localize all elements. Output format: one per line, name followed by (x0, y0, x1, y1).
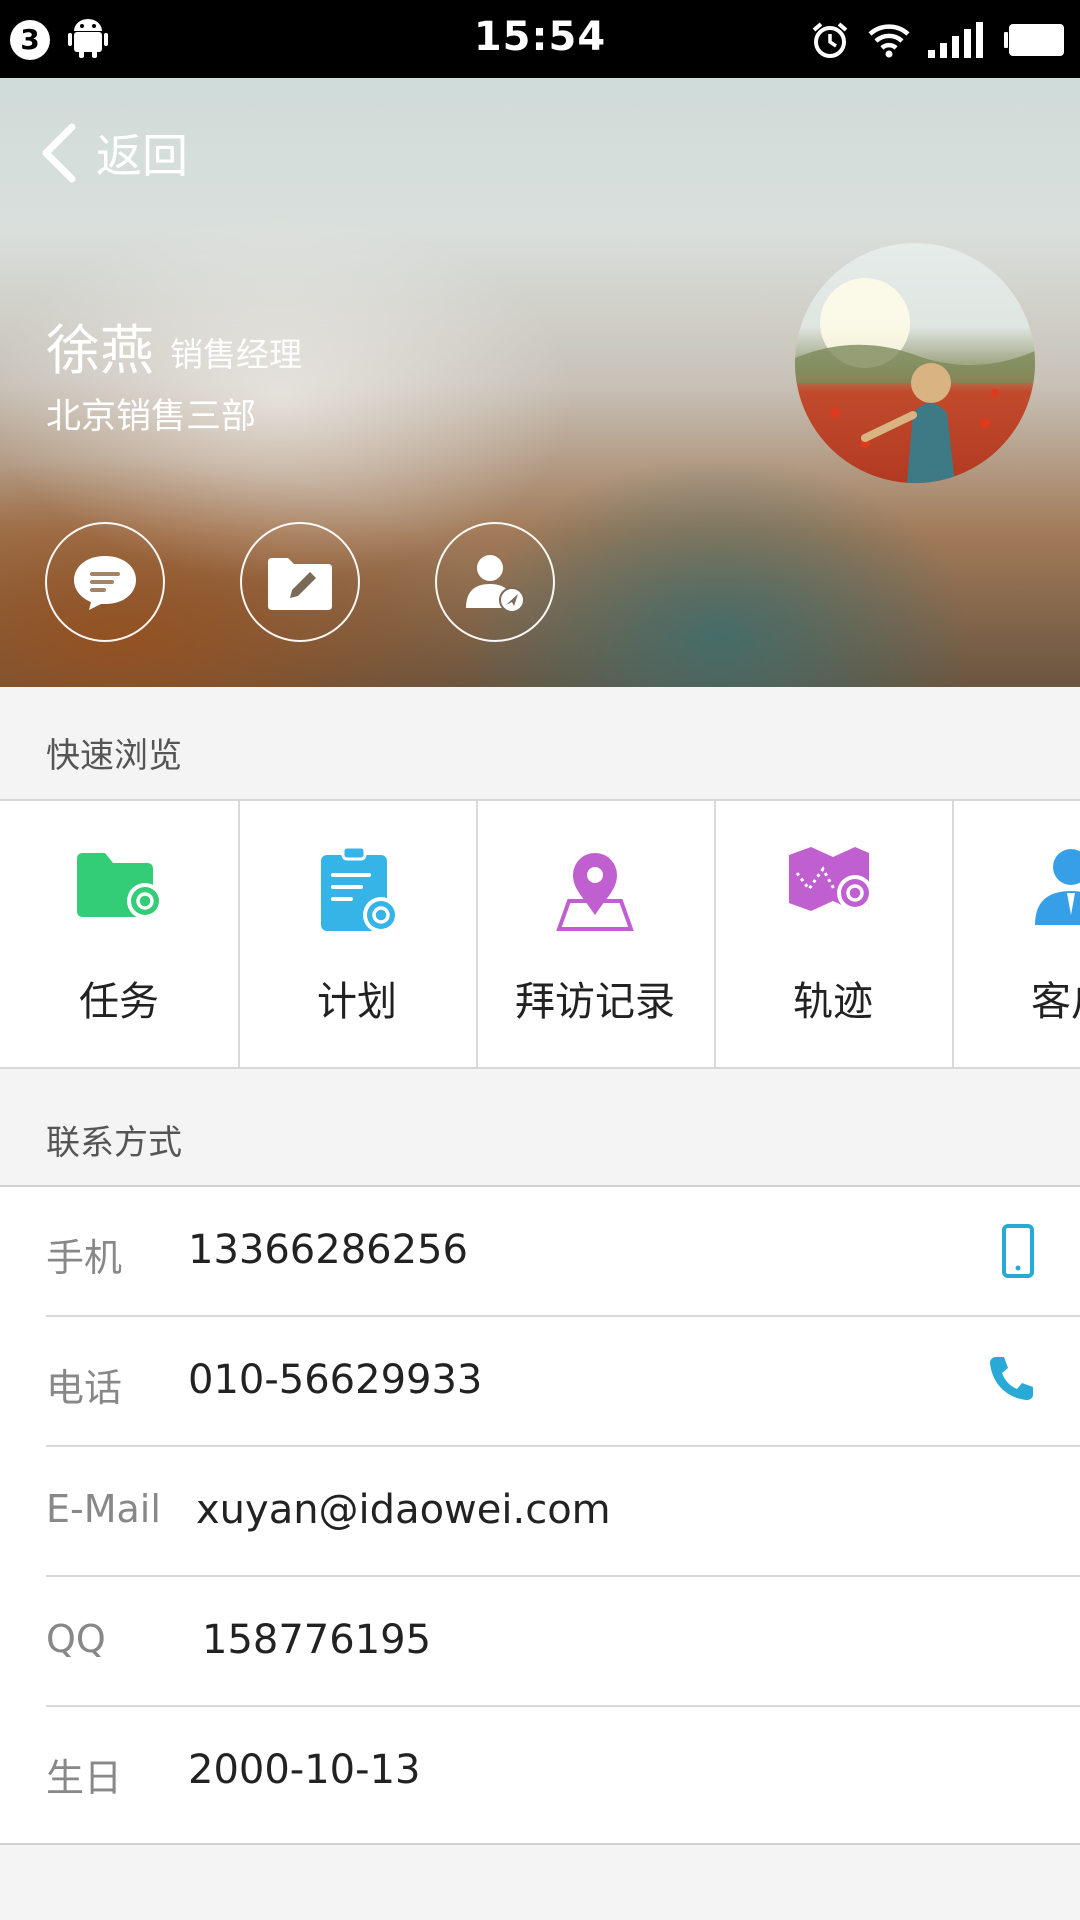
message-icon (74, 556, 136, 610)
avatar[interactable] (795, 243, 1035, 483)
contact-label: E-Mail (46, 1487, 161, 1531)
track-map-icon (789, 847, 873, 911)
quick-item-label: 轨迹 (793, 979, 873, 1025)
phone-icon (990, 1357, 1033, 1400)
contact-value: 010-56629933 (188, 1357, 483, 1403)
contact-value: 158776195 (202, 1617, 432, 1663)
battery-icon (1004, 24, 1064, 56)
back-label: 返回 (96, 129, 188, 183)
contact-value: 2000-10-13 (188, 1747, 421, 1793)
visit-location-icon (556, 853, 634, 931)
quick-item-customer[interactable]: 客户 (952, 801, 1080, 1067)
profile-header: 返回 徐燕 销售经理 北京销售三部 (0, 78, 1080, 687)
folder-edit-icon (268, 558, 332, 610)
contact-row-birthday: 生日 2000-10-13 (0, 1707, 1080, 1837)
contact-value: 13366286256 (188, 1227, 468, 1273)
call-phone-button[interactable] (986, 1353, 1036, 1407)
contact-label: 手机 (46, 1236, 123, 1280)
plan-clipboard-icon (321, 845, 399, 933)
quick-item-label: 计划 (317, 979, 397, 1025)
status-bar: 3 15:54 (0, 0, 1080, 78)
contact-title: 联系方式 (46, 1123, 182, 1163)
signal-icon (928, 22, 983, 58)
contact-locate-button[interactable] (435, 522, 555, 642)
contact-label: 电话 (46, 1366, 123, 1410)
user-department: 北京销售三部 (46, 397, 257, 437)
quick-item-label: 客户 (1031, 979, 1080, 1025)
avatar-photo (795, 278, 1035, 483)
contact-label: 生日 (46, 1756, 123, 1800)
user-role: 销售经理 (170, 335, 302, 374)
message-button[interactable] (45, 522, 165, 642)
mobile-phone-icon (1002, 1224, 1034, 1278)
quick-browse-strip: 任务 计划 拜访记录 轨迹 客 (0, 799, 1080, 1069)
task-folder-icon (77, 853, 163, 919)
quick-item-label: 任务 (79, 979, 159, 1025)
contact-value[interactable]: xuyan@idaowei.com (196, 1487, 611, 1533)
contact-row-email: E-Mail xuyan@idaowei.com (0, 1447, 1080, 1577)
contact-row-qq: QQ 158776195 (0, 1577, 1080, 1707)
folder-edit-button[interactable] (240, 522, 360, 642)
contact-locate-icon (466, 555, 525, 613)
chevron-left-icon (42, 123, 76, 183)
quick-item-visit[interactable]: 拜访记录 (476, 801, 716, 1067)
alarm-icon (812, 22, 848, 58)
user-name: 徐燕 (46, 319, 154, 382)
quick-item-label: 拜访记录 (515, 979, 675, 1025)
call-mobile-button[interactable] (1000, 1223, 1036, 1283)
quick-browse-title: 快速浏览 (46, 736, 182, 776)
contact-label: QQ (46, 1617, 106, 1661)
quick-item-track[interactable]: 轨迹 (714, 801, 954, 1067)
contact-list: 手机 13366286256 电话 010-56629933 E-Mail xu… (0, 1185, 1080, 1845)
wifi-icon (868, 24, 910, 58)
customer-icon (1035, 849, 1080, 925)
quick-item-task[interactable]: 任务 (0, 801, 240, 1067)
contact-row-phone: 电话 010-56629933 (0, 1317, 1080, 1447)
contact-row-mobile: 手机 13366286256 (0, 1187, 1080, 1317)
back-button[interactable]: 返回 (38, 118, 188, 188)
quick-item-plan[interactable]: 计划 (238, 801, 478, 1067)
